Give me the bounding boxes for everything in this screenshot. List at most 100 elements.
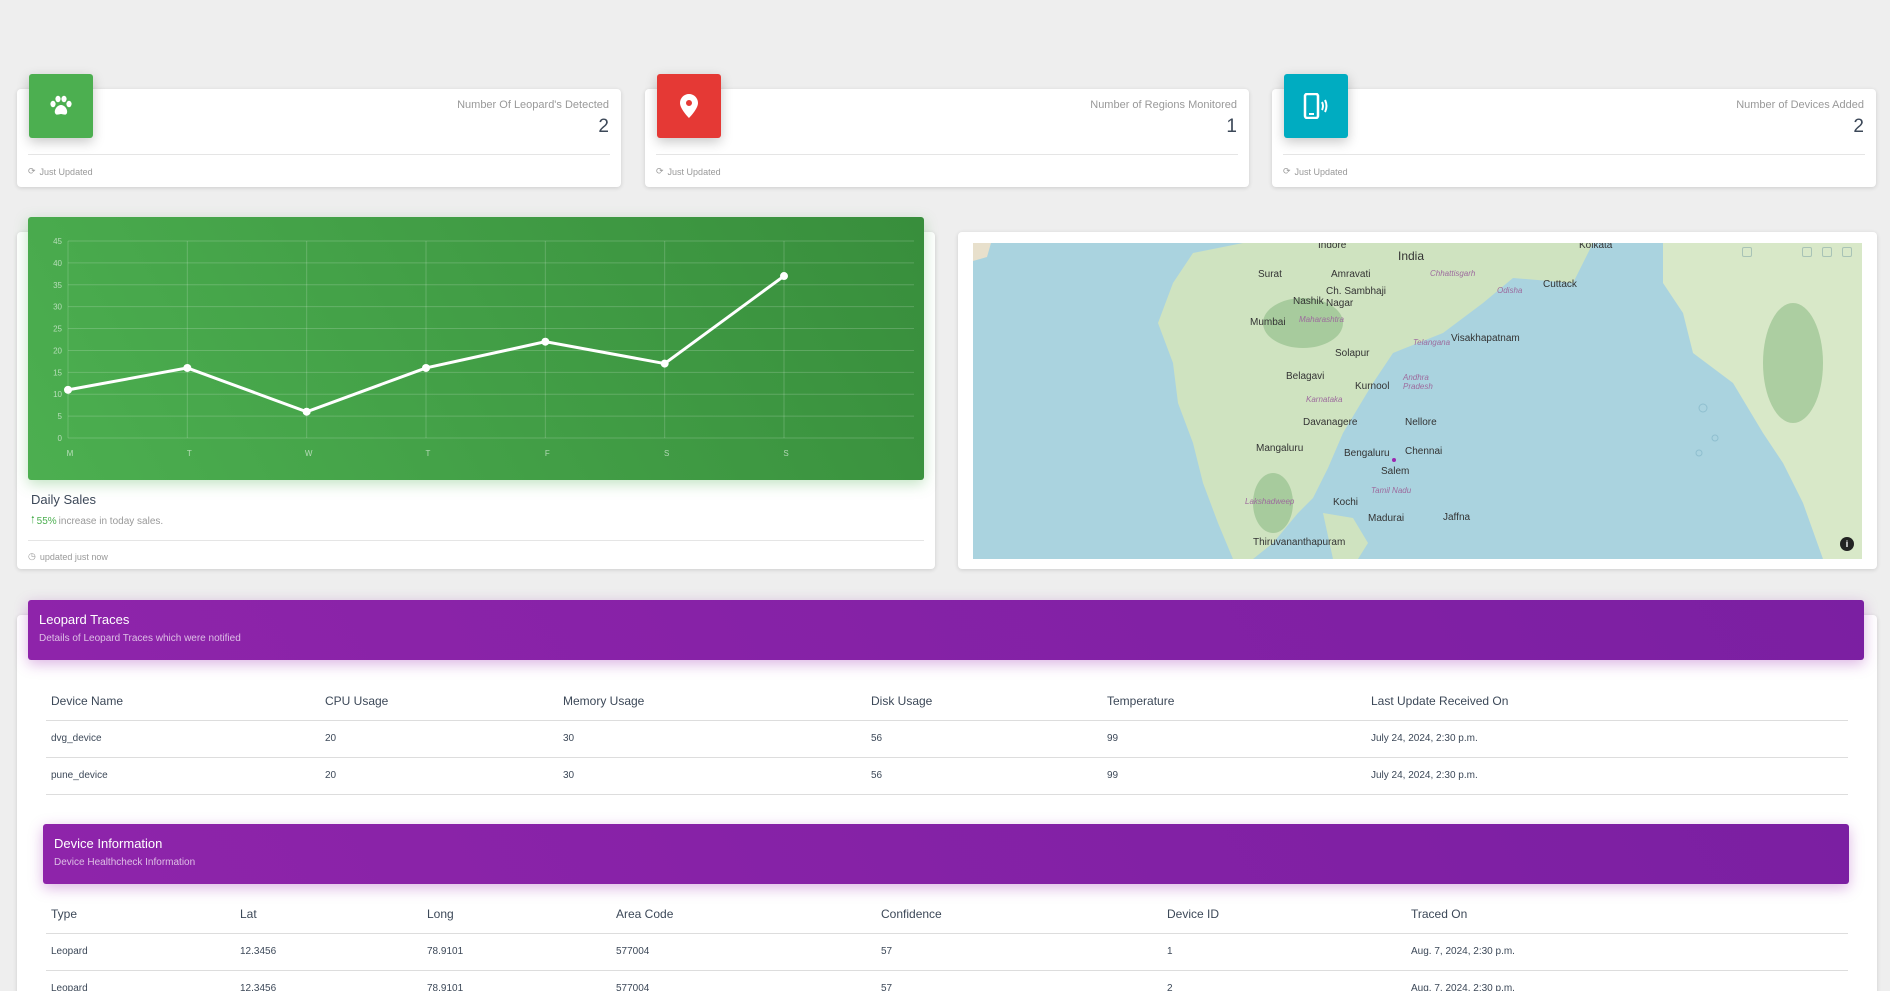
- map-label: Madurai: [1368, 513, 1405, 524]
- daily-sales-chart: 0 5 10 15 20 25 30 35 40 45 M T W T F S S: [28, 217, 924, 480]
- map-label: Odisha: [1497, 286, 1523, 295]
- devices-title: Device Information: [54, 836, 163, 851]
- traces-subtitle: Details of Leopard Traces which were not…: [39, 633, 241, 644]
- y-tick-label: 30: [53, 303, 62, 312]
- y-tick-label: 0: [58, 434, 63, 443]
- map-label: Mumbai: [1250, 317, 1286, 328]
- increase-percent: 55%: [36, 516, 57, 527]
- data-point[interactable]: [660, 359, 669, 368]
- map-label: Telangana: [1413, 338, 1451, 347]
- stat-footer-text: Just Updated: [667, 166, 721, 177]
- table-cell: 56: [866, 757, 1102, 795]
- column-header: Last Update Received On: [1366, 683, 1848, 721]
- map-label: Kolkata: [1579, 243, 1613, 251]
- data-point[interactable]: [541, 337, 550, 346]
- table-cell: 99: [1102, 757, 1366, 795]
- table-cell: Aug. 7, 2024, 2:30 p.m.: [1406, 970, 1848, 991]
- stat-footer: ⟳ Just Updated: [656, 154, 1238, 177]
- table-cell: 577004: [611, 970, 876, 991]
- y-tick-label: 40: [53, 259, 62, 268]
- y-tick-label: 5: [58, 412, 63, 421]
- table-cell: 56: [866, 720, 1102, 758]
- map-chart-icon[interactable]: [1842, 247, 1852, 257]
- traces-table: Device Name CPU Usage Memory Usage Disk Usa…: [46, 683, 1848, 795]
- location-pin-icon: [657, 74, 721, 138]
- increase-text: increase in today sales.: [58, 516, 164, 527]
- stat-value: 1: [1226, 116, 1237, 137]
- column-header: Confidence: [876, 896, 1162, 934]
- map-label: Salem: [1381, 466, 1410, 477]
- map-label: Belagavi: [1286, 371, 1325, 382]
- map-label: Maharashtra: [1299, 315, 1344, 324]
- map-info-icon[interactable]: i: [1840, 537, 1854, 551]
- map-label: Visakhapatnam: [1451, 333, 1520, 344]
- stat-card-leopards: Number Of Leopard's Detected 2 ⟳ Just Up…: [17, 74, 621, 187]
- map-label: Surat: [1258, 269, 1282, 280]
- refresh-icon: ⟳: [1283, 166, 1291, 176]
- table-cell: 78.9101: [422, 970, 611, 991]
- line-chart-svg: 0 5 10 15 20 25 30 35 40 45 M T W T F S S: [53, 237, 914, 458]
- table-cell: 99: [1102, 720, 1366, 758]
- data-point[interactable]: [64, 385, 72, 394]
- stat-footer-text: Just Updated: [39, 166, 93, 177]
- table-cell: Leopard: [46, 933, 235, 971]
- map-label: Davanagere: [1303, 417, 1358, 428]
- chart-footer-text: updated just now: [39, 551, 108, 562]
- stat-label: Number of Regions Monitored: [1090, 99, 1237, 111]
- map-label: Chhattisgarh: [1430, 269, 1476, 278]
- stat-label: Number of Devices Added: [1736, 99, 1864, 111]
- map-label: Solapur: [1335, 348, 1370, 359]
- stat-label: Number Of Leopard's Detected: [457, 99, 609, 111]
- y-tick-label: 25: [53, 325, 62, 334]
- map-card: India Kolkata Surat Amravati Nashik Ch. …: [958, 232, 1877, 569]
- table-cell: 577004: [611, 933, 876, 971]
- data-point[interactable]: [183, 363, 192, 372]
- column-header: Area Code: [611, 896, 876, 934]
- data-point[interactable]: [422, 363, 430, 372]
- table-cell: 57: [876, 970, 1162, 991]
- x-tick-label: S: [664, 449, 669, 458]
- y-tick-label: 35: [53, 281, 62, 290]
- devices-subtitle: Device Healthcheck Information: [54, 857, 196, 868]
- map-label: India: [1398, 249, 1425, 263]
- table-cell: 57: [876, 933, 1162, 971]
- map-pan-icon[interactable]: [1742, 247, 1752, 257]
- map-zoom-in-icon[interactable]: [1802, 247, 1812, 257]
- refresh-icon: ⟳: [656, 166, 664, 176]
- map-label: Ch. Sambhaji Nagar: [1326, 286, 1387, 309]
- column-header: Device Name: [46, 683, 320, 721]
- column-header: Long: [422, 896, 611, 934]
- map-label: Bengaluru: [1344, 448, 1390, 459]
- data-point[interactable]: [780, 272, 788, 281]
- clock-icon: ◷: [28, 551, 36, 561]
- traces-header: Leopard Traces Details of Leopard Traces…: [28, 600, 1864, 660]
- stat-footer: ⟳ Just Updated: [28, 154, 610, 177]
- stat-value: 2: [1853, 116, 1864, 137]
- column-header: Disk Usage: [866, 683, 1102, 721]
- chart-subtitle: 🠑 55% increase in today sales.: [31, 513, 163, 530]
- stat-footer-text: Just Updated: [1294, 166, 1348, 177]
- map-label: Thiruvananthapuram: [1253, 537, 1346, 548]
- map-label: Tamil Nadu: [1371, 486, 1412, 495]
- table-header-row: Device Name CPU Usage Memory Usage Disk Usa…: [46, 683, 1848, 721]
- y-tick-label: 10: [53, 390, 62, 399]
- devices-header: Device Information Device Healthcheck In…: [43, 824, 1849, 884]
- map-view[interactable]: India Kolkata Surat Amravati Nashik Ch. …: [973, 243, 1862, 559]
- x-tick-label: F: [545, 449, 550, 458]
- x-tick-label: T: [187, 449, 192, 458]
- stat-card-devices: Number of Devices Added 2 ⟳ Just Updated: [1272, 74, 1876, 187]
- map-zoom-out-icon[interactable]: [1822, 247, 1832, 257]
- data-point[interactable]: [302, 407, 311, 416]
- y-tick-label: 20: [53, 346, 62, 355]
- table-cell: 20: [320, 720, 558, 758]
- table-header-row: Type Lat Long Area Code Confidence Device ID T…: [46, 896, 1848, 934]
- column-header: Device ID: [1162, 896, 1406, 934]
- map-label: Lakshadweep: [1245, 497, 1295, 506]
- devices-table: Type Lat Long Area Code Confidence Device ID T…: [46, 896, 1848, 991]
- map-label: Indore: [1318, 243, 1347, 251]
- table-row: Leopard 12.3456 78.9101 577004 57 1 Aug. 7, 20…: [46, 933, 1848, 971]
- x-tick-label: M: [67, 449, 74, 458]
- table-cell: 30: [558, 757, 866, 795]
- map-label: Kochi: [1333, 497, 1359, 508]
- stat-footer: ⟳ Just Updated: [1283, 154, 1865, 177]
